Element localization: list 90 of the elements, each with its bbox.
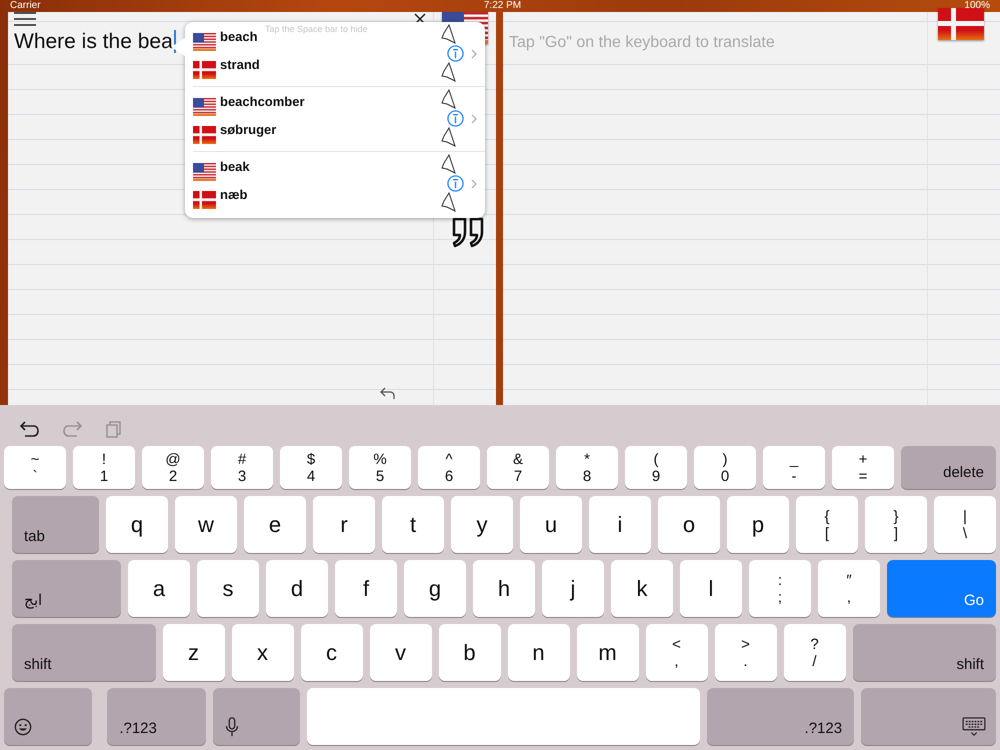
info-icon[interactable] xyxy=(447,175,464,192)
flag-icon xyxy=(193,191,216,209)
key[interactable]: * 8 xyxy=(556,446,618,489)
key[interactable]: l xyxy=(680,560,742,617)
key[interactable]: ابج xyxy=(12,560,121,617)
flag-icon xyxy=(193,163,216,181)
key[interactable]: } ] xyxy=(865,496,927,553)
key[interactable]: ~ ` xyxy=(4,446,66,489)
suggestion-word[interactable]: strand xyxy=(220,57,260,72)
key[interactable]: shift xyxy=(12,624,156,681)
key[interactable]: m xyxy=(576,624,638,681)
key[interactable]: k xyxy=(611,560,673,617)
key[interactable]: @ 2 xyxy=(142,446,204,489)
speaker-icon[interactable] xyxy=(441,192,457,214)
chevron-icon[interactable] xyxy=(471,49,477,59)
key[interactable]: _ - xyxy=(763,446,825,489)
key[interactable]: c xyxy=(300,624,362,681)
info-icon[interactable] xyxy=(447,45,464,62)
key[interactable]: ? / xyxy=(784,624,846,681)
key[interactable]: j xyxy=(542,560,604,617)
key[interactable]: e xyxy=(244,496,306,553)
key[interactable]: $ 4 xyxy=(280,446,342,489)
key[interactable]: shift xyxy=(852,624,996,681)
close-icon[interactable] xyxy=(414,13,426,25)
key[interactable]: y xyxy=(451,496,513,553)
suggestion-word[interactable]: næb xyxy=(220,187,248,202)
key[interactable]: % 5 xyxy=(349,446,411,489)
key[interactable]: + = xyxy=(832,446,894,489)
undo-icon[interactable] xyxy=(20,420,40,438)
suggestion-word[interactable]: beachcomber xyxy=(220,94,305,109)
key[interactable]: u xyxy=(520,496,582,553)
info-icon[interactable] xyxy=(447,110,464,127)
key[interactable]: & 7 xyxy=(487,446,549,489)
speaker-icon[interactable] xyxy=(441,154,457,176)
suggestion-word[interactable]: beach xyxy=(220,29,258,44)
speaker-icon[interactable] xyxy=(441,127,457,149)
key[interactable]: r xyxy=(313,496,375,553)
key[interactable]: o xyxy=(658,496,720,553)
key[interactable]: ^ 6 xyxy=(418,446,480,489)
key[interactable]: Go xyxy=(887,560,996,617)
flag-icon xyxy=(193,61,216,79)
key[interactable]: p xyxy=(727,496,789,553)
hint-text: Tap the Space bar to hide xyxy=(265,24,368,34)
key[interactable]: i xyxy=(589,496,651,553)
key[interactable]: ″ , xyxy=(818,560,880,617)
key[interactable]: s xyxy=(197,560,259,617)
speaker-icon[interactable] xyxy=(441,62,457,84)
time-text: 7:22 PM xyxy=(484,0,522,12)
key[interactable]: g xyxy=(404,560,466,617)
key[interactable]: f xyxy=(335,560,397,617)
key[interactable]: x xyxy=(232,624,294,681)
key[interactable]: b xyxy=(438,624,500,681)
key[interactable]: t xyxy=(382,496,444,553)
key[interactable]: n xyxy=(508,624,570,681)
suggestion-word[interactable]: søbruger xyxy=(220,122,276,137)
speaker-icon[interactable] xyxy=(441,89,457,111)
key[interactable]: q xyxy=(106,496,168,553)
flag-icon xyxy=(193,126,216,144)
key[interactable]: z xyxy=(162,624,224,681)
key[interactable]: v xyxy=(370,624,432,681)
key[interactable]: d xyxy=(266,560,328,617)
suggestion-word[interactable]: beak xyxy=(220,159,250,174)
chevron-icon[interactable] xyxy=(471,179,477,189)
key[interactable]: tab xyxy=(12,496,99,553)
flag-icon xyxy=(193,98,216,116)
carrier-text: Carrier xyxy=(10,0,41,12)
key[interactable]: < , xyxy=(646,624,708,681)
key[interactable]: w xyxy=(175,496,237,553)
key[interactable]: | \ xyxy=(934,496,996,553)
menu-icon[interactable] xyxy=(14,12,36,26)
key[interactable]: > . xyxy=(714,624,776,681)
smiley-icon xyxy=(14,717,32,737)
key[interactable]: : ; xyxy=(749,560,811,617)
flag-icon xyxy=(193,33,216,51)
undo-icon[interactable] xyxy=(380,386,396,400)
key[interactable]: .?123 xyxy=(107,688,206,745)
key[interactable]: .?123 xyxy=(707,688,854,745)
chevron-icon[interactable] xyxy=(471,114,477,124)
key[interactable]: # 3 xyxy=(211,446,273,489)
key[interactable]: h xyxy=(473,560,535,617)
key[interactable]: ) 0 xyxy=(694,446,756,489)
key[interactable]: delete xyxy=(901,446,996,489)
key[interactable]: a xyxy=(128,560,190,617)
key[interactable]: ( 9 xyxy=(625,446,687,489)
battery-text: 100% xyxy=(964,0,990,12)
keyboard-icon xyxy=(962,717,986,737)
key[interactable]: ! 1 xyxy=(73,446,135,489)
speaker-icon[interactable] xyxy=(441,24,457,46)
translation-field[interactable]: Tap "Go" on the keyboard to translate xyxy=(509,34,938,58)
key[interactable]: { [ xyxy=(796,496,858,553)
